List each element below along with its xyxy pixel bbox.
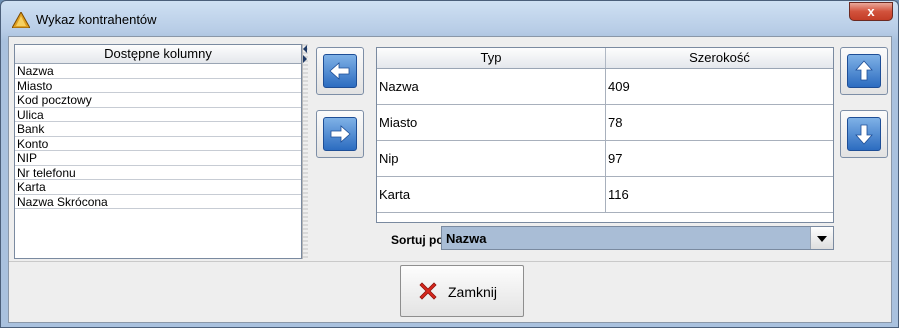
arrow-right-icon <box>323 117 357 151</box>
cell-type[interactable]: Karta <box>377 177 606 212</box>
list-item[interactable]: Kod pocztowy <box>15 93 301 108</box>
dialog-body: Dostępne kolumny Nazwa Miasto Kod poczto… <box>8 36 892 323</box>
divider <box>9 261 891 262</box>
cell-width[interactable]: 97 <box>606 141 833 176</box>
close-icon: x <box>867 4 875 19</box>
list-item[interactable]: Karta <box>15 180 301 195</box>
window-close-button[interactable]: x <box>849 2 893 21</box>
list-item[interactable]: Miasto <box>15 79 301 93</box>
list-item[interactable]: NIP <box>15 151 301 166</box>
close-button-label: Zamknij <box>448 284 498 300</box>
arrow-down-icon <box>847 117 881 151</box>
dropdown-button[interactable] <box>810 227 833 249</box>
arrow-left-icon <box>323 54 357 88</box>
cell-type[interactable]: Nazwa <box>377 69 606 104</box>
list-item[interactable]: Ulica <box>15 108 301 122</box>
table-row[interactable]: Nazwa 409 <box>377 69 833 105</box>
table-header: Typ Szerokość <box>377 48 833 69</box>
move-left-button[interactable] <box>316 47 364 95</box>
list-item[interactable]: Nazwa Skrócona <box>15 195 301 209</box>
available-columns-header: Dostępne kolumny <box>15 45 301 64</box>
cell-width[interactable]: 116 <box>606 177 833 212</box>
arrow-up-icon <box>847 54 881 88</box>
cell-width[interactable]: 78 <box>606 105 833 140</box>
collapse-right-icon[interactable] <box>303 55 307 63</box>
selected-columns-table: Typ Szerokość Nazwa 409 Miasto 78 Nip 97… <box>376 47 834 223</box>
move-down-button[interactable] <box>840 110 888 158</box>
close-icon <box>419 282 437 300</box>
cell-type[interactable]: Nip <box>377 141 606 176</box>
dialog-window: Wykaz kontrahentów x Dostępne kolumny Na… <box>0 0 899 328</box>
column-header-width[interactable]: Szerokość <box>606 48 833 68</box>
chevron-down-icon <box>817 236 827 242</box>
list-item[interactable]: Konto <box>15 137 301 151</box>
available-columns-list: Dostępne kolumny Nazwa Miasto Kod poczto… <box>14 44 302 259</box>
table-row[interactable]: Miasto 78 <box>377 105 833 141</box>
table-row[interactable]: Nip 97 <box>377 141 833 177</box>
collapse-left-icon[interactable] <box>303 45 307 53</box>
sort-selected-value: Nazwa <box>446 231 487 246</box>
move-up-button[interactable] <box>840 47 888 95</box>
column-header-type[interactable]: Typ <box>377 48 606 68</box>
close-button[interactable]: Zamknij <box>400 265 524 317</box>
cell-type[interactable]: Miasto <box>377 105 606 140</box>
splitter-handle[interactable] <box>302 44 308 259</box>
window-title: Wykaz kontrahentów <box>36 12 157 27</box>
sort-label: Sortuj po: <box>391 233 448 247</box>
move-right-button[interactable] <box>316 110 364 158</box>
title-bar[interactable]: Wykaz kontrahentów x <box>1 1 898 37</box>
list-item[interactable]: Bank <box>15 122 301 137</box>
table-row[interactable]: Karta 116 <box>377 177 833 213</box>
cell-width[interactable]: 409 <box>606 69 833 104</box>
sort-dropdown[interactable]: Nazwa <box>441 226 834 250</box>
list-item[interactable]: Nazwa <box>15 64 301 79</box>
app-icon <box>12 12 30 28</box>
list-item[interactable]: Nr telefonu <box>15 166 301 180</box>
